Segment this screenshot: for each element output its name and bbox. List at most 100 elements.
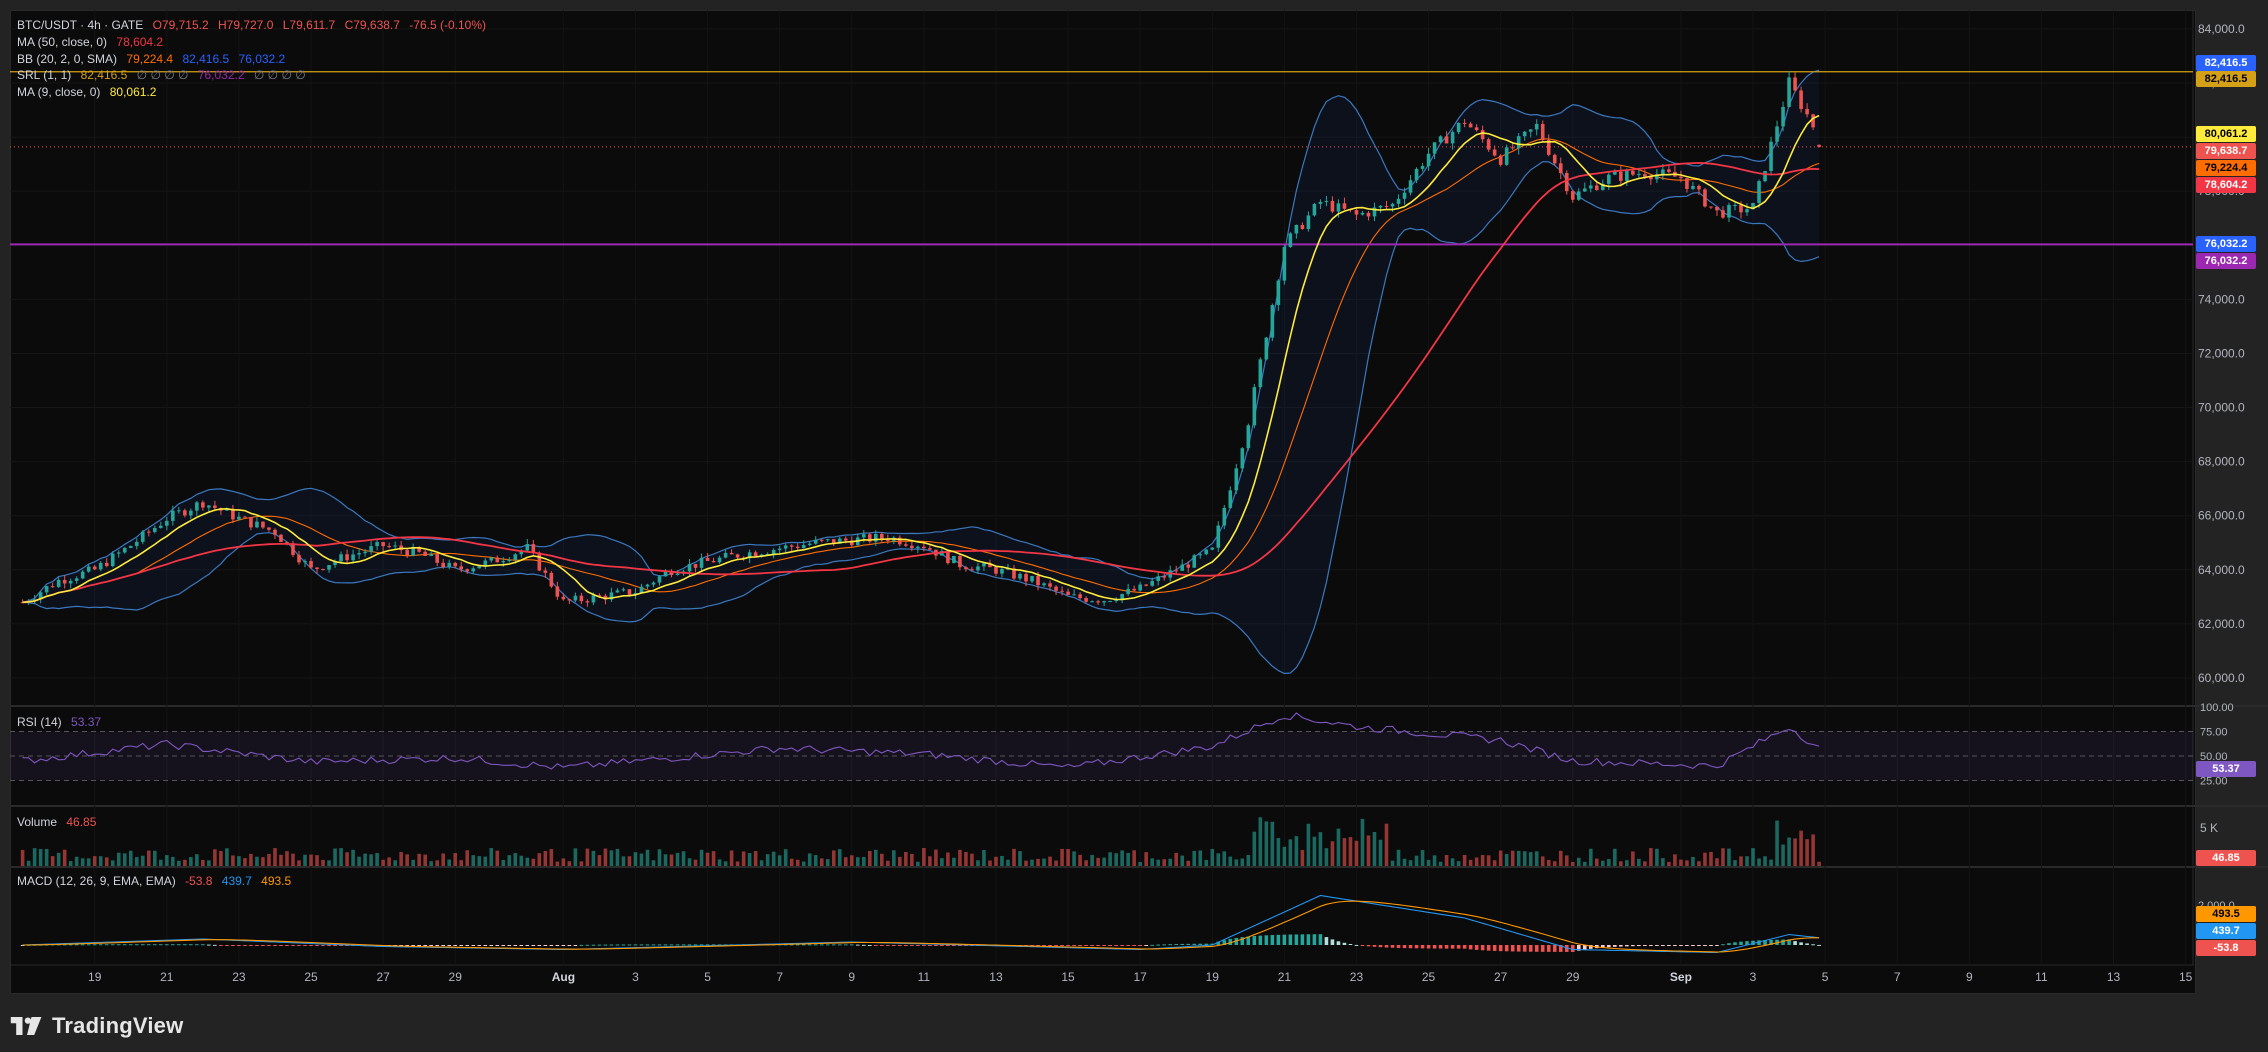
volume-bar — [1420, 850, 1425, 866]
candle-body — [80, 571, 85, 579]
axes: 84,000.082,000.080,000.078,000.076,000.0… — [88, 22, 2245, 984]
macd-histogram-bar — [615, 944, 620, 946]
macd-histogram-bar — [1348, 943, 1353, 945]
volume-bar — [1084, 860, 1088, 866]
macd-histogram-bar — [1132, 945, 1136, 946]
volume-bar — [1288, 839, 1293, 866]
candle-body — [1811, 114, 1815, 128]
candle-body — [627, 589, 632, 595]
legend-volume[interactable]: Volume 46.85 — [17, 815, 102, 829]
legend-macd[interactable]: MACD (12, 26, 9, EMA, EMA) -53.8 439.7 4… — [17, 874, 297, 888]
volume-bar — [783, 849, 788, 866]
volume-bar — [1276, 838, 1281, 866]
candle-body — [1324, 200, 1329, 202]
volume-bar — [669, 854, 674, 866]
candle-body — [1781, 106, 1785, 127]
volume-bar — [988, 860, 992, 866]
volume-bar — [345, 852, 349, 866]
candle-body — [1162, 576, 1167, 578]
candle-body — [771, 549, 776, 555]
macd-histogram-bar — [1444, 945, 1449, 949]
ma50-label: MA (50, close, 0) — [17, 35, 108, 49]
candle-body — [1619, 171, 1623, 181]
macd-histogram-bar — [1462, 945, 1467, 949]
macd-histogram-bar — [1270, 935, 1275, 945]
volume-bar — [1456, 861, 1461, 866]
volume-bar — [970, 853, 974, 866]
ma50-value: 78,604.2 — [116, 35, 164, 49]
volume-bar — [874, 849, 878, 866]
macd-histogram-bar — [1721, 944, 1725, 946]
macd-histogram-bar — [1649, 945, 1653, 946]
macd-histogram-bar — [699, 944, 704, 946]
candle-body — [1727, 205, 1731, 218]
time-tick-label: 23 — [232, 970, 246, 984]
volume-bar — [639, 853, 644, 866]
macd-histogram-bar — [255, 945, 259, 946]
candle-body — [1054, 586, 1058, 591]
volume-bar — [1703, 852, 1707, 866]
legend-ma50[interactable]: MA (50, close, 0) 78,604.2 — [17, 35, 169, 49]
volume-bar — [1132, 850, 1136, 866]
volume-bar — [153, 850, 157, 866]
candle-body — [922, 546, 926, 549]
macd-histogram-bar — [447, 945, 452, 946]
volume-bar — [1480, 855, 1485, 866]
volume-bar — [1613, 848, 1617, 866]
candle-body — [134, 541, 139, 546]
volume-bar — [771, 851, 776, 866]
macd-histogram-bar — [513, 945, 518, 946]
legend-srl[interactable]: SRL (1, 1) 82,416.5 ∅ ∅ ∅ ∅ 76,032.2 ∅ ∅… — [17, 68, 312, 82]
volume-bar — [411, 859, 415, 866]
volume-bar — [1144, 852, 1148, 866]
legend-bb[interactable]: BB (20, 2, 0, SMA) 79,224.4 82,416.5 76,… — [17, 52, 291, 66]
candle-body — [297, 554, 301, 563]
candle-body — [880, 533, 884, 539]
bb-label: BB (20, 2, 0, SMA) — [17, 52, 118, 66]
legend-ma9[interactable]: MA (9, close, 0) 80,061.2 — [17, 85, 162, 99]
candle-body — [471, 568, 476, 572]
volume-bar — [1066, 849, 1070, 866]
candle-body — [555, 586, 560, 597]
macd-histogram-bar — [1162, 944, 1167, 946]
candle-body — [843, 538, 848, 541]
volume-bar — [825, 859, 830, 866]
volume-bar — [1300, 849, 1305, 866]
price-tick-label: 74,000.0 — [2198, 292, 2245, 306]
macd-histogram-bar — [922, 945, 926, 946]
macd-histogram-bar — [1781, 939, 1785, 945]
candle-body — [1534, 123, 1539, 130]
macd-histogram-bar — [1432, 945, 1437, 949]
macd-histogram-bar — [1048, 945, 1052, 946]
macd-histogram-bar — [1306, 934, 1311, 945]
macd-histogram-bar — [1198, 943, 1203, 945]
macd-histogram-bar — [1811, 944, 1815, 946]
volume-bar — [201, 860, 205, 866]
legend-rsi[interactable]: RSI (14) 53.37 — [17, 715, 107, 729]
candle-body — [429, 554, 433, 556]
rsi-tick-label: 75.00 — [2200, 727, 2228, 739]
volume-bar — [1739, 856, 1743, 866]
candle-body — [543, 570, 548, 573]
candle-body — [735, 554, 740, 558]
candle-body — [159, 525, 163, 528]
macd-histogram-bar — [807, 944, 812, 946]
macd-histogram-bar — [867, 944, 872, 946]
volume-bar — [735, 861, 740, 866]
chart-canvas[interactable]: 84,000.082,000.080,000.078,000.076,000.0… — [0, 0, 2268, 1052]
last-price-label: 79,638.7 — [2196, 143, 2256, 159]
srl-lower-price-label: 76,032.2 — [2196, 253, 2256, 269]
macd-histogram-bar — [579, 944, 584, 946]
volume-bar — [303, 854, 307, 866]
macd-histogram-bar — [910, 945, 914, 946]
volume-bar — [609, 850, 614, 866]
macd-histogram-bar — [1138, 945, 1142, 946]
volume-bar — [1096, 857, 1100, 866]
volume-bar — [159, 859, 163, 866]
volume-bar — [20, 849, 25, 866]
volume-bar — [128, 850, 133, 866]
candle-body — [982, 563, 986, 567]
macd-histogram-bar — [297, 945, 301, 946]
volume-bar — [1817, 861, 1821, 866]
macd-histogram-bar — [489, 945, 494, 946]
